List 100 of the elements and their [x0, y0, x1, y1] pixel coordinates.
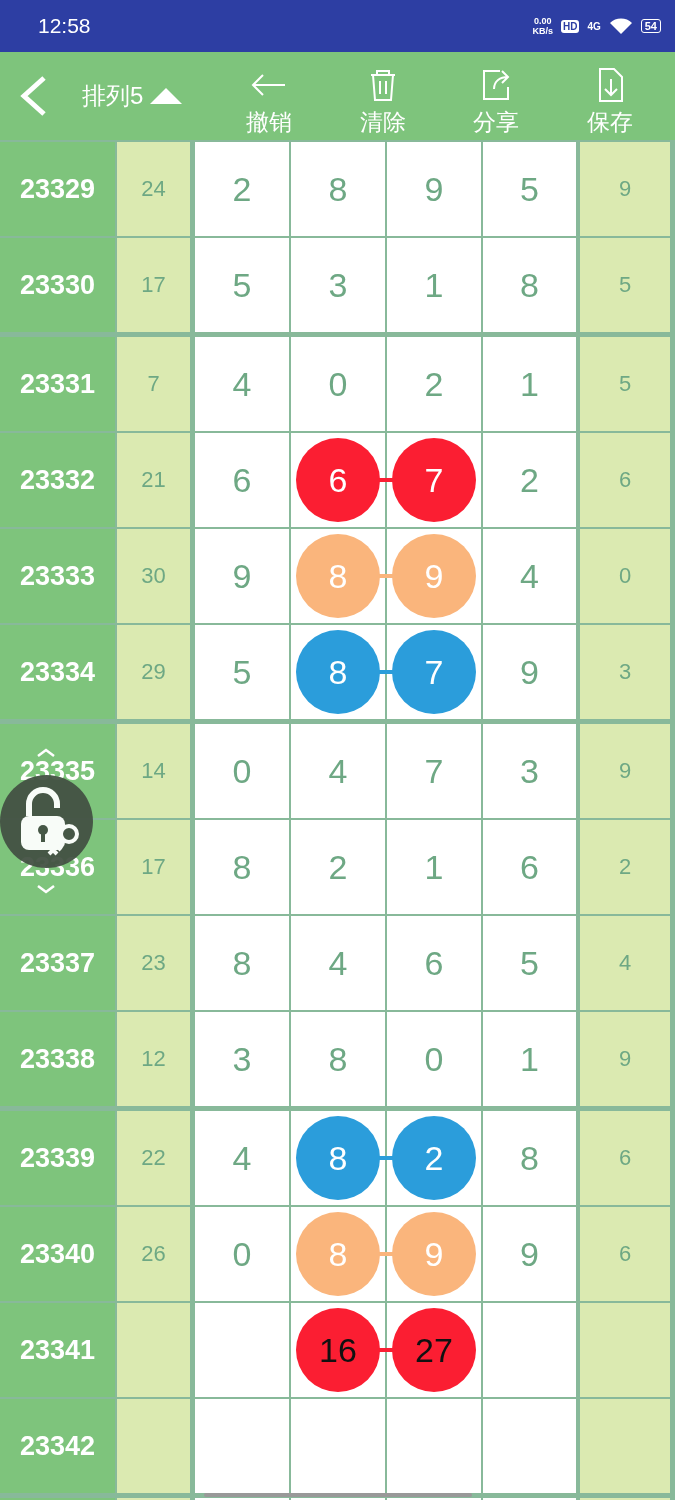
digit-cell: 9 [483, 625, 576, 719]
digit-cell: 8 [291, 142, 385, 236]
tail-cell: 0 [580, 529, 670, 623]
number-ball: 9 [392, 1212, 476, 1296]
issue-number: 23337 [0, 916, 115, 1010]
digit-cell: 6 [195, 433, 289, 527]
digit-cell: 1 [483, 1012, 576, 1106]
issue-number: 23339 [0, 1111, 115, 1205]
digit-cell: 5 [483, 916, 576, 1010]
issue-number: 23334 [0, 625, 115, 719]
sum-cell: 21 [117, 433, 190, 527]
digit-cell: 9 [483, 1207, 576, 1301]
number-ball: 8 [296, 1116, 380, 1200]
toolbar-button[interactable]: 分享 [473, 54, 520, 138]
digit-cell: 1 [483, 337, 576, 431]
issue-number: 23341 [0, 1303, 115, 1397]
sum-cell: 23 [117, 916, 190, 1010]
sum-cell: 17 [117, 820, 190, 914]
digit-cell: 0 [387, 1012, 481, 1106]
digit-cell: 4 [195, 337, 289, 431]
digit-cell: 1 [387, 238, 481, 332]
tail-cell: 6 [580, 433, 670, 527]
digit-cell: 4 [483, 529, 576, 623]
digit-cell: 0 [195, 1207, 289, 1301]
toolbar-button[interactable]: 保存 [587, 54, 634, 138]
number-ball: 6 [296, 438, 380, 522]
issue-number: 23329 [0, 142, 115, 236]
sum-cell: 17 [117, 238, 190, 332]
chevron-down-icon [36, 884, 56, 894]
tail-cell: 2 [580, 820, 670, 914]
number-ball: 8 [296, 534, 380, 618]
number-ball: 7 [392, 438, 476, 522]
lottery-select[interactable]: 排列5 [82, 80, 212, 112]
digit-cell: 4 [195, 1111, 289, 1205]
digit-cell: 0 [291, 337, 385, 431]
number-ball: 8 [296, 1212, 380, 1296]
tail-cell: 9 [580, 142, 670, 236]
issue-number: 23332 [0, 433, 115, 527]
digit-cell: 2 [291, 820, 385, 914]
caret-up-icon [149, 87, 184, 105]
issue-number: 23340 [0, 1207, 115, 1301]
digit-cell: 8 [291, 1012, 385, 1106]
issue-number: 23333 [0, 529, 115, 623]
tail-cell: 5 [580, 337, 670, 431]
issue-number: 23331 [0, 337, 115, 431]
digit-cell: 8 [195, 916, 289, 1010]
sum-cell: 22 [117, 1111, 190, 1205]
number-ball: 16 [296, 1308, 380, 1392]
number-ball: 9 [392, 534, 476, 618]
digit-cell: 8 [483, 1111, 576, 1205]
sum-cell: 7 [117, 337, 190, 431]
tail-cell: 9 [580, 1012, 670, 1106]
digit-cell: 0 [195, 724, 289, 818]
digit-cell: 7 [387, 724, 481, 818]
sum-cell: 12 [117, 1012, 190, 1106]
tail-cell: 5 [580, 238, 670, 332]
network-speed: 0.00 [533, 16, 552, 26]
number-ball: 7 [392, 630, 476, 714]
digit-cell: 3 [195, 1012, 289, 1106]
tail-cell: 6 [580, 1111, 670, 1205]
tail-cell: 4 [580, 916, 670, 1010]
digit-cell: 8 [195, 820, 289, 914]
tail-cell: 9 [580, 724, 670, 818]
digit-cell: 5 [483, 142, 576, 236]
hd-badge: HD [560, 19, 580, 33]
battery-level: 54 [640, 19, 661, 33]
digit-cell: 6 [387, 916, 481, 1010]
digit-cell: 4 [291, 724, 385, 818]
digit-cell: 2 [195, 142, 289, 236]
digit-cell: 2 [387, 337, 481, 431]
toolbar-button[interactable]: 撤销 [245, 54, 292, 138]
digit-cell: 1 [387, 820, 481, 914]
sum-cell: 29 [117, 625, 190, 719]
issue-number: 23330 [0, 238, 115, 332]
tail-cell: 6 [580, 1207, 670, 1301]
digit-cell: 5 [195, 625, 289, 719]
digit-cell: 3 [483, 724, 576, 818]
digit-cell: 5 [195, 238, 289, 332]
toolbar-button[interactable]: 清除 [359, 54, 406, 138]
digit-cell: 3 [291, 238, 385, 332]
sum-cell: 24 [117, 142, 190, 236]
digit-cell: 2 [483, 433, 576, 527]
sum-cell: 26 [117, 1207, 190, 1301]
network-speed-unit: KB/s [532, 26, 553, 36]
wifi-icon [608, 17, 633, 35]
network-type: 4G [587, 20, 601, 32]
chevron-up-icon [36, 748, 56, 758]
digit-cell: 9 [195, 529, 289, 623]
number-ball: 2 [392, 1116, 476, 1200]
sum-cell: 30 [117, 529, 190, 623]
issue-number: 23342 [0, 1399, 115, 1493]
number-ball: 8 [296, 630, 380, 714]
tail-cell: 3 [580, 625, 670, 719]
sum-cell: 14 [117, 724, 190, 818]
digit-cell: 4 [291, 916, 385, 1010]
status-time: 12:58 [38, 14, 92, 38]
digit-cell: 8 [483, 238, 576, 332]
number-ball: 27 [392, 1308, 476, 1392]
issue-number: 23338 [0, 1012, 115, 1106]
digit-cell: 6 [483, 820, 576, 914]
